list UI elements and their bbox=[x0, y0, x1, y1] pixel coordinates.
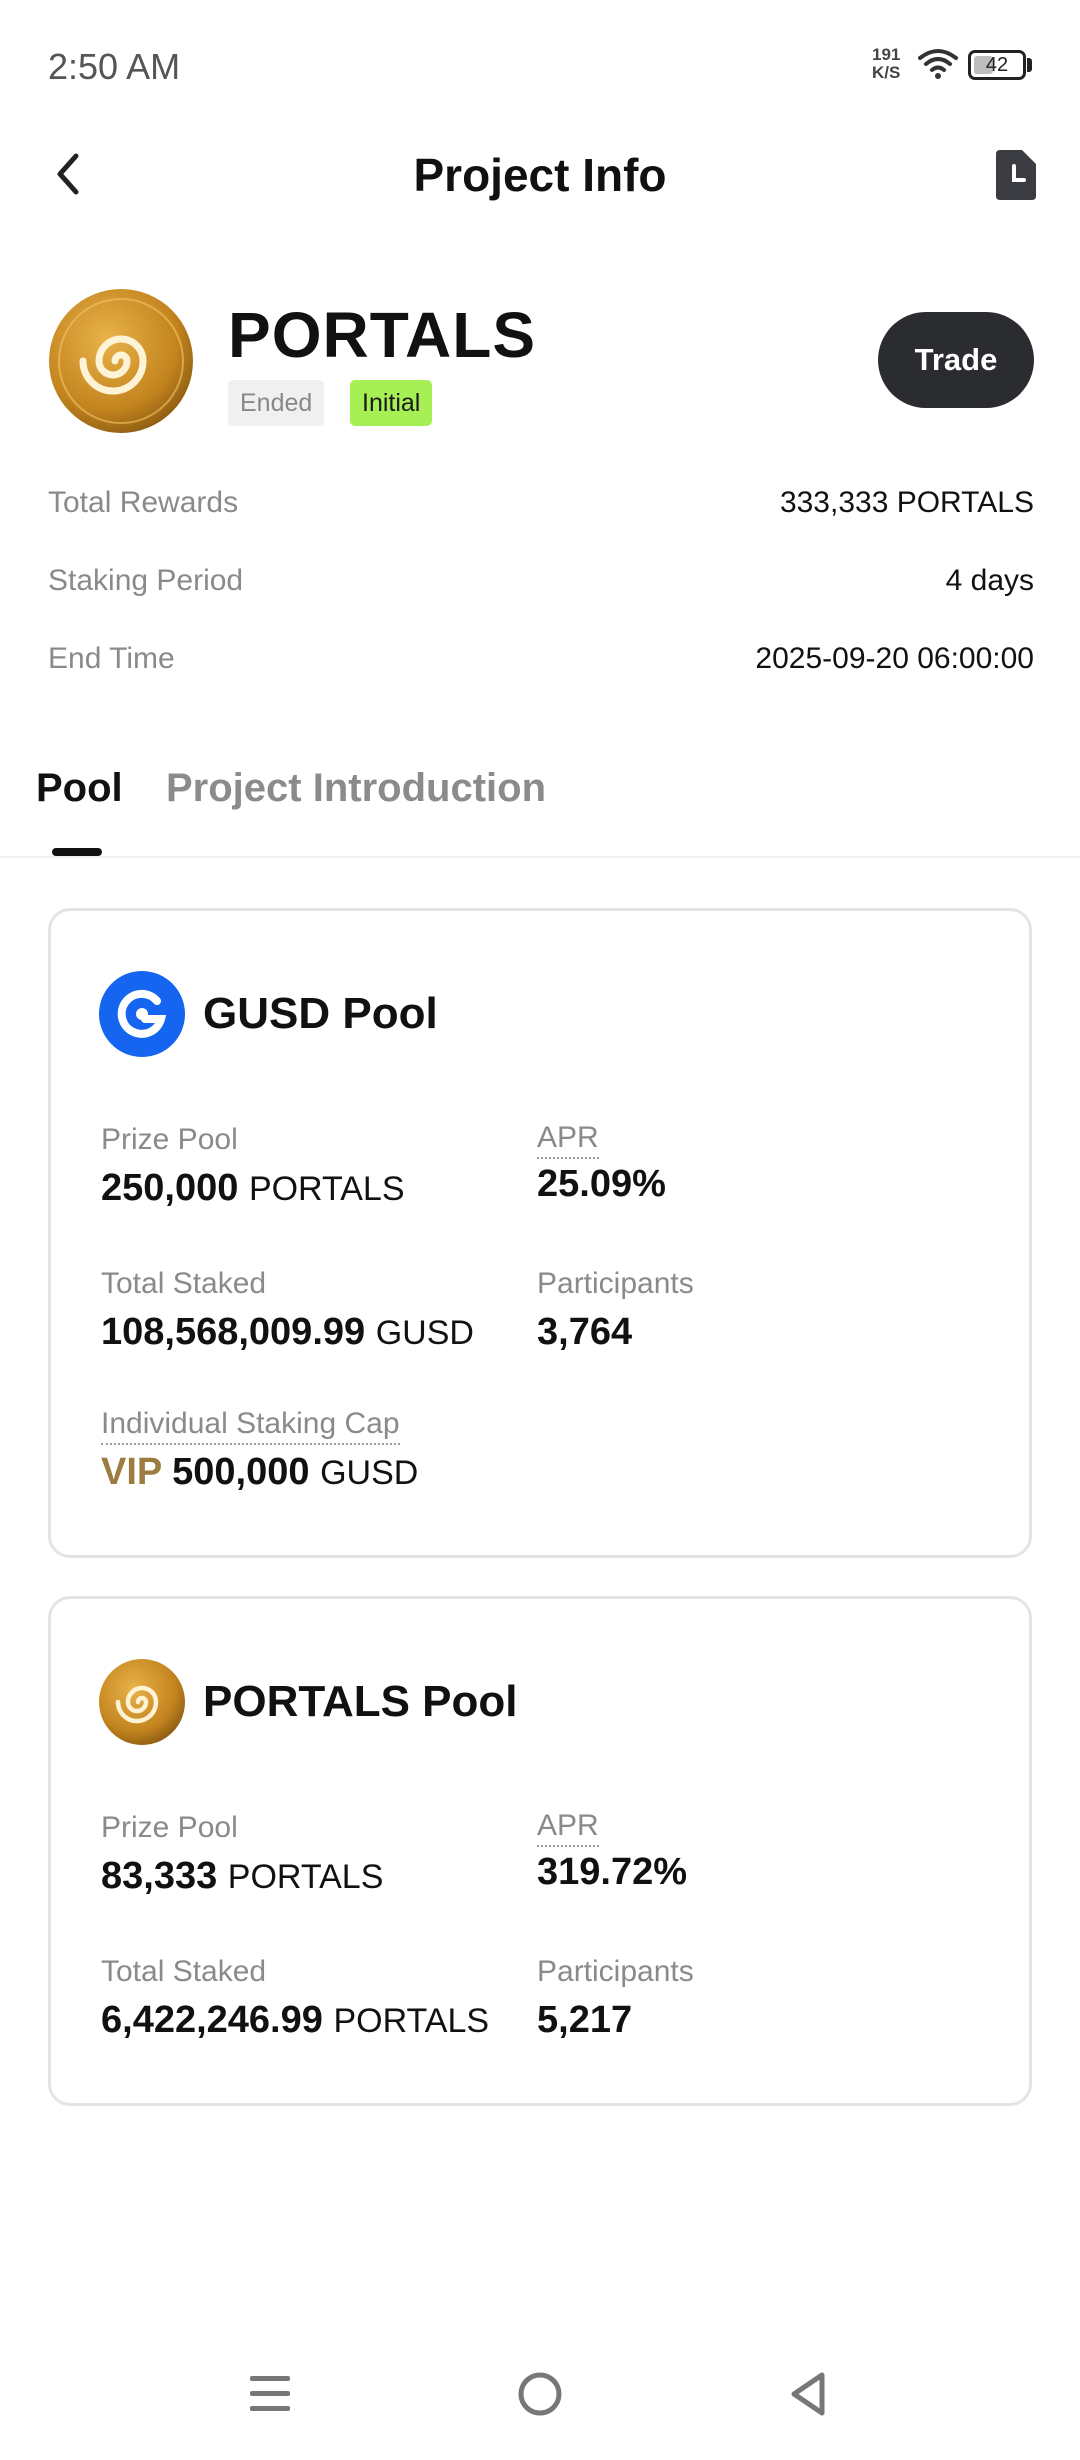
individual-staking-cap-label[interactable]: Individual Staking Cap bbox=[101, 1407, 400, 1445]
total-staked-unit: GUSD bbox=[375, 1314, 474, 1352]
prize-pool-value: 83,333 PORTALS bbox=[101, 1855, 383, 1898]
prize-pool-label: Prize Pool bbox=[101, 1123, 238, 1156]
end-time-label: End Time bbox=[48, 642, 175, 675]
apr-value: 25.09% bbox=[537, 1163, 666, 1205]
battery-icon: 42 bbox=[968, 50, 1026, 80]
gusd-pool-card[interactable]: GUSD Pool Prize Pool 250,000 PORTALS APR… bbox=[48, 908, 1032, 1558]
menu-icon[interactable] bbox=[248, 2370, 292, 2418]
home-circle-icon[interactable] bbox=[516, 2370, 564, 2418]
portals-logo-icon bbox=[49, 289, 193, 433]
staking-period-value: 4 days bbox=[945, 564, 1034, 597]
page-title: Project Info bbox=[413, 149, 667, 201]
staking-period-label: Staking Period bbox=[48, 564, 244, 597]
prize-pool-label: Prize Pool bbox=[101, 1811, 238, 1844]
cap-unit: GUSD bbox=[320, 1454, 419, 1492]
document-clock-icon[interactable] bbox=[992, 150, 1036, 200]
status-time: 2:50 AM bbox=[48, 46, 181, 87]
total-rewards-value: 333,333 PORTALS bbox=[779, 486, 1034, 519]
end-time-value: 2025-09-20 06:00:00 bbox=[755, 642, 1034, 675]
wifi-icon bbox=[918, 49, 958, 79]
back-triangle-icon[interactable] bbox=[786, 2370, 830, 2418]
status-badge-initial: Initial bbox=[350, 380, 433, 426]
pool-title: GUSD Pool bbox=[203, 989, 438, 1038]
apr-label[interactable]: APR bbox=[537, 1121, 599, 1159]
total-staked-amount: 6,422,246.99 bbox=[101, 1999, 323, 2041]
active-tab-indicator bbox=[52, 848, 102, 856]
project-name: PORTALS bbox=[228, 299, 537, 371]
pool-title: PORTALS Pool bbox=[203, 1677, 518, 1726]
cap-amount: 500,000 bbox=[172, 1451, 310, 1493]
apr-value: 319.72% bbox=[537, 1851, 688, 1893]
participants-label: Participants bbox=[537, 1955, 694, 1988]
trade-button[interactable]: Trade bbox=[878, 312, 1034, 408]
total-staked-value: 6,422,246.99 PORTALS bbox=[101, 1999, 489, 2042]
participants-value: 3,764 bbox=[537, 1311, 633, 1353]
tab-project-introduction[interactable]: Project Introduction bbox=[166, 766, 546, 811]
prize-pool-amount: 83,333 bbox=[101, 1855, 218, 1897]
prize-pool-value: 250,000 PORTALS bbox=[101, 1167, 405, 1210]
battery-percent: 42 bbox=[985, 54, 1009, 76]
participants-value: 5,217 bbox=[537, 1999, 633, 2041]
vip-label: VIP bbox=[101, 1451, 162, 1493]
portals-logo-icon bbox=[99, 1659, 185, 1745]
status-badge-ended: Ended bbox=[228, 380, 325, 426]
total-staked-value: 108,568,009.99 GUSD bbox=[101, 1311, 474, 1354]
gusd-logo-icon bbox=[99, 971, 185, 1057]
individual-staking-cap-value: VIP 500,000 GUSD bbox=[101, 1451, 418, 1494]
total-staked-unit: PORTALS bbox=[333, 2002, 490, 2040]
battery-tip bbox=[1027, 58, 1032, 72]
total-staked-label: Total Staked bbox=[101, 1955, 267, 1988]
total-staked-label: Total Staked bbox=[101, 1267, 267, 1300]
network-speed-unit: K/S bbox=[872, 63, 901, 82]
tabs-divider bbox=[0, 856, 1080, 858]
network-speed-value: 191 bbox=[872, 45, 901, 64]
prize-pool-unit: PORTALS bbox=[248, 1170, 405, 1208]
apr-label[interactable]: APR bbox=[537, 1809, 599, 1847]
tab-pool[interactable]: Pool bbox=[36, 766, 123, 811]
participants-label: Participants bbox=[537, 1267, 694, 1300]
prize-pool-unit: PORTALS bbox=[227, 1858, 384, 1896]
network-speed: 191 K/S bbox=[872, 46, 900, 82]
prize-pool-amount: 250,000 bbox=[101, 1167, 239, 1209]
total-rewards-label: Total Rewards bbox=[48, 486, 239, 519]
total-staked-amount: 108,568,009.99 bbox=[101, 1311, 366, 1353]
portals-pool-card[interactable]: PORTALS Pool Prize Pool 83,333 PORTALS A… bbox=[48, 1596, 1032, 2106]
